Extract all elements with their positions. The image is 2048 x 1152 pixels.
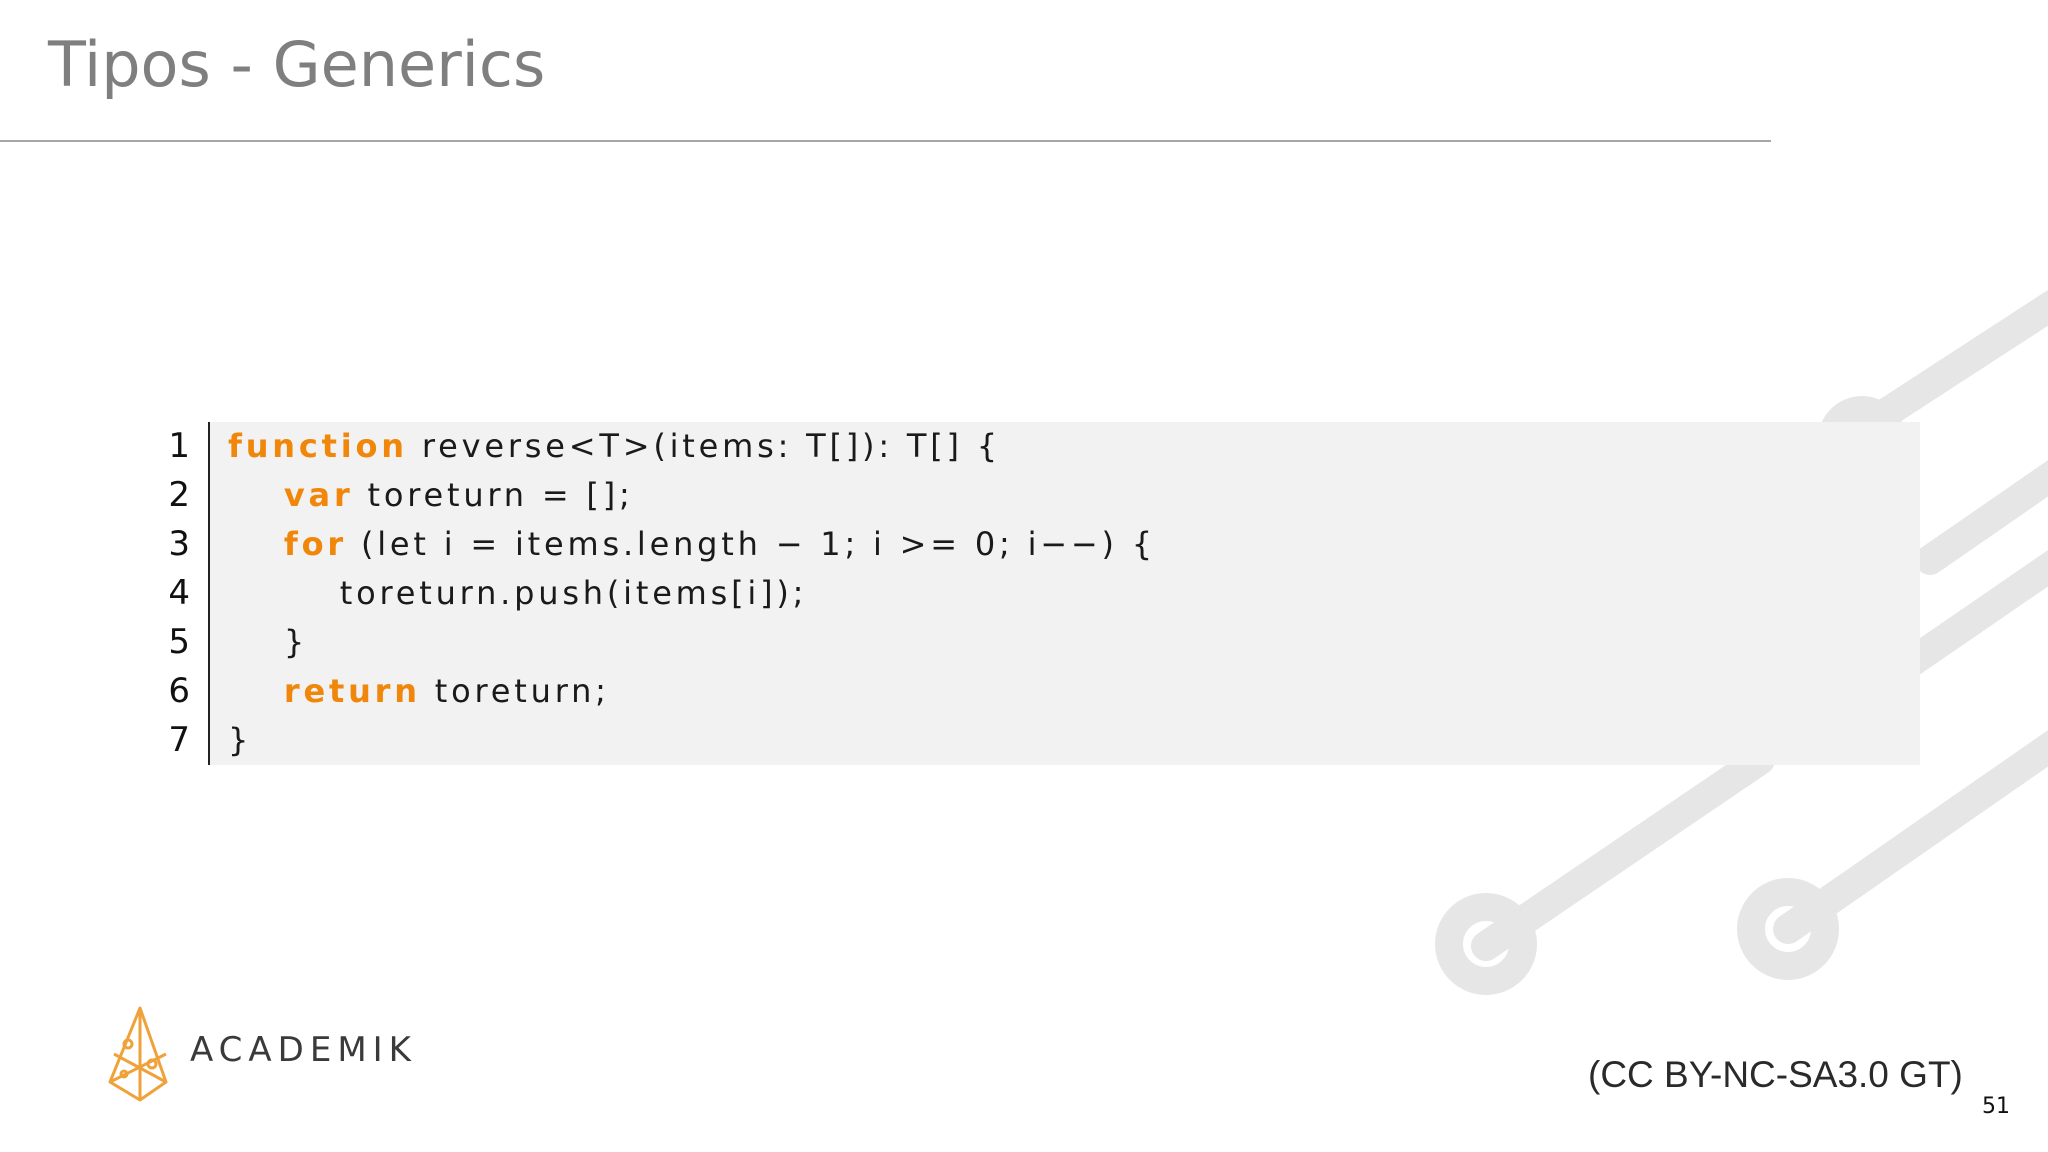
code-text: toreturn.push(items[i]); bbox=[339, 574, 808, 612]
code-line: toreturn.push(items[i]); bbox=[228, 569, 1908, 618]
line-number: 3 bbox=[168, 524, 190, 564]
code-text: reverse<T>(items: T[]): T[] { bbox=[407, 427, 1001, 465]
logo-text: ACADEMIK bbox=[190, 1030, 417, 1070]
code-text: } bbox=[283, 623, 309, 661]
license-text: (CC BY-NC-SA3.0 GT) bbox=[1588, 1054, 1963, 1095]
code-keyword: function bbox=[228, 427, 408, 465]
code-line: return toreturn; bbox=[228, 667, 1908, 716]
code-line: var toreturn = []; bbox=[228, 471, 1908, 520]
code-gutter-line bbox=[208, 422, 210, 765]
line-number: 7 bbox=[168, 720, 190, 760]
code-line: function reverse<T>(items: T[]): T[] { bbox=[228, 422, 1908, 471]
line-number: 4 bbox=[168, 573, 190, 613]
line-number: 6 bbox=[168, 671, 190, 711]
code-keyword: for bbox=[283, 525, 347, 563]
line-number: 5 bbox=[168, 622, 190, 662]
code-lines: function reverse<T>(items: T[]): T[] { v… bbox=[228, 422, 1908, 765]
code-keyword: var bbox=[283, 476, 354, 514]
line-number: 1 bbox=[168, 426, 190, 466]
line-number: 2 bbox=[168, 475, 190, 515]
line-numbers: 1 2 3 4 5 6 7 bbox=[150, 422, 190, 765]
code-line: } bbox=[228, 618, 1908, 667]
slide: Tipos - Generics 1 2 3 4 5 6 7 function … bbox=[0, 0, 2048, 1152]
page-number: 51 bbox=[1982, 1094, 2010, 1119]
code-text: toreturn = []; bbox=[353, 476, 634, 514]
code-line: for (let i = items.length − 1; i >= 0; i… bbox=[228, 520, 1908, 569]
slide-title: Tipos - Generics bbox=[48, 28, 546, 101]
code-text: } bbox=[228, 721, 253, 759]
code-keyword: return bbox=[283, 672, 421, 710]
title-divider bbox=[0, 140, 1771, 142]
code-text: (let i = items.length − 1; i >= 0; i−−) … bbox=[346, 525, 1156, 563]
code-text: toreturn; bbox=[420, 672, 610, 710]
code-line: } bbox=[228, 716, 1908, 765]
